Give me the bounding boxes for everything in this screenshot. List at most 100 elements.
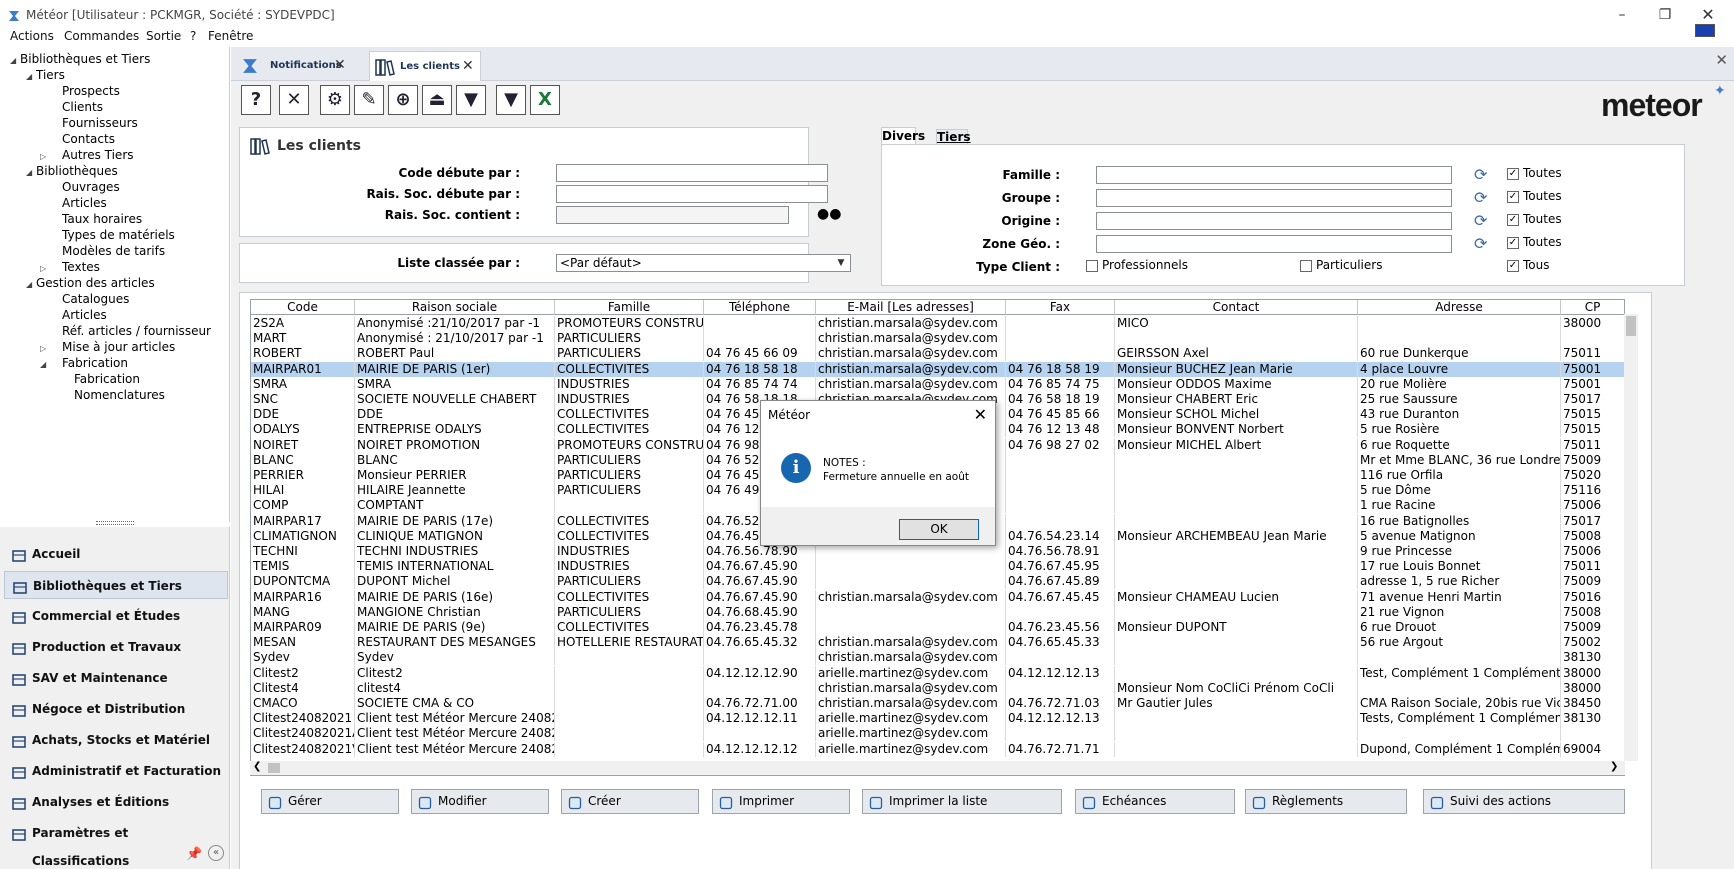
action-button[interactable]: Règlements: [1245, 789, 1407, 814]
action-button[interactable]: Modifier: [411, 789, 549, 814]
table-row[interactable]: MAIRPAR16 MAIRIE DE PARIS (16e) COLLECTIVI…: [251, 589, 1624, 605]
nav-maintenance[interactable]: SAV et Maintenance: [4, 664, 228, 692]
tree-item[interactable]: Modèles de tarifs: [40, 244, 165, 258]
binoculars-icon[interactable]: ●●: [817, 206, 841, 222]
help-button[interactable]: ?: [241, 85, 271, 115]
column-header[interactable]: Famille: [555, 300, 704, 315]
vertical-scrollbar[interactable]: [1624, 314, 1638, 761]
tree-item[interactable]: Articles: [40, 308, 107, 322]
collapse-icon[interactable]: «: [208, 845, 224, 861]
column-header[interactable]: Fax: [1006, 300, 1115, 315]
rs-contains-input[interactable]: [556, 206, 789, 224]
menu-commandes[interactable]: Commandes: [64, 29, 139, 43]
filter-tab-tiers[interactable]: Tiers: [936, 129, 971, 145]
table-row[interactable]: 2S2A Anonymisé :21/10/2017 par -1 PROMOTEU…: [251, 316, 1624, 331]
table-row[interactable]: MART Anonymisé : 21/10/2017 par -1 PARTICU…: [251, 331, 1624, 347]
zone-input[interactable]: [1096, 235, 1452, 253]
table-row[interactable]: CMACO SOCIETE CMA & CO 04.76.72.71.00 chris…: [251, 696, 1624, 711]
tree-item[interactable]: Articles: [40, 196, 107, 210]
action-button[interactable]: Imprimer la liste: [862, 789, 1062, 814]
tree-item[interactable]: ▷ Textes: [40, 260, 100, 274]
code-input[interactable]: [556, 164, 828, 182]
add-button[interactable]: ⊕: [388, 85, 418, 115]
collapsed-arrow-icon[interactable]: ▷: [40, 344, 50, 353]
tree-item[interactable]: Fournisseurs: [40, 116, 138, 130]
dialog-close-icon[interactable]: ✕: [974, 405, 987, 424]
rs-start-input[interactable]: [556, 185, 828, 203]
column-header[interactable]: Contact: [1115, 300, 1358, 315]
minimize-button[interactable]: –: [1607, 4, 1637, 26]
splitter-handle[interactable]: [96, 521, 134, 525]
famille-all-checkbox[interactable]: ✓: [1507, 168, 1519, 180]
table-row[interactable]: DUPONTCMA DUPONT Michel PARTICULIERS 04.76.…: [251, 574, 1624, 590]
part-checkbox[interactable]: [1300, 260, 1312, 272]
tree-item[interactable]: Prospects: [40, 84, 120, 98]
column-header[interactable]: Raison sociale: [355, 300, 555, 315]
move-down-button[interactable]: ▼: [456, 85, 486, 115]
refresh-icon[interactable]: ⟳: [1474, 165, 1487, 184]
action-button[interactable]: Imprimer: [712, 789, 850, 814]
expanded-arrow-icon[interactable]: ◢: [40, 360, 50, 369]
menu-sortie[interactable]: Sortie: [146, 29, 181, 43]
tree-item[interactable]: ◢ Gestion des articles: [26, 276, 155, 290]
nav-trade[interactable]: Négoce et Distribution: [4, 695, 228, 723]
nav-books[interactable]: Bibliothèques et Tiers: [4, 571, 228, 599]
table-row[interactable]: Clitest4 clitest4 christian.marsala@sydev.…: [251, 680, 1624, 696]
refresh-icon[interactable]: ⟳: [1474, 234, 1487, 253]
tree-item[interactable]: Fabrication: [52, 372, 140, 386]
tree-item[interactable]: Types de matériels: [40, 228, 175, 242]
menu-help[interactable]: ?: [190, 29, 196, 43]
action-button[interactable]: Créer: [561, 789, 699, 814]
close-tab-icon[interactable]: ✕: [334, 57, 346, 73]
column-header[interactable]: Code: [251, 300, 355, 315]
scroll-left-icon[interactable]: ❮: [253, 761, 261, 772]
close-window-button[interactable]: ✕: [1693, 4, 1723, 26]
filter-tab-divers[interactable]: Divers: [881, 127, 925, 145]
origine-input[interactable]: [1096, 212, 1452, 230]
column-header[interactable]: CP: [1561, 300, 1624, 315]
action-button[interactable]: Gérer: [261, 789, 399, 814]
action-button[interactable]: Echéances: [1075, 789, 1235, 814]
nav-reports[interactable]: Analyses et Éditions: [4, 788, 228, 816]
horizontal-scrollbar[interactable]: ❮ ❯: [250, 761, 1625, 775]
tree-item[interactable]: Contacts: [40, 132, 115, 146]
column-header[interactable]: E-Mail [Les adresses]: [816, 300, 1006, 315]
nav-home[interactable]: Accueil: [4, 540, 228, 568]
expanded-arrow-icon[interactable]: ◢: [10, 56, 20, 65]
close-tab-icon[interactable]: ✕: [462, 58, 474, 74]
tree-item[interactable]: ▷ Autres Tiers: [40, 148, 134, 162]
tree-item[interactable]: Ouvrages: [40, 180, 120, 194]
refresh-icon[interactable]: ⟳: [1474, 188, 1487, 207]
origine-all-checkbox[interactable]: ✓: [1507, 214, 1519, 226]
move-up-button[interactable]: ⏏: [422, 85, 452, 115]
table-row[interactable]: SMRA SMRA INDUSTRIES 04 76 85 74 74 christia…: [251, 376, 1624, 392]
table-row[interactable]: ROBERT ROBERT Paul PARTICULIERS 04 76 45 66…: [251, 346, 1624, 362]
nav-billing[interactable]: Administratif et Facturation: [4, 757, 228, 785]
tree-item[interactable]: Nomenclatures: [52, 388, 165, 402]
tree-item[interactable]: ◢ Fabrication: [40, 356, 128, 370]
groupe-input[interactable]: [1096, 189, 1452, 207]
table-row[interactable]: MAIRPAR01 MAIRIE DE PARIS (1er) COLLECTIVI…: [251, 361, 1624, 377]
table-row[interactable]: MAIRPAR09 MAIRIE DE PARIS (9e) COLLECTIVIT…: [251, 620, 1624, 635]
tree-item[interactable]: ◢ Bibliothèques: [26, 164, 118, 178]
tree-item[interactable]: Réf. articles / fournisseur: [40, 324, 211, 338]
nav-production[interactable]: Production et Travaux: [4, 633, 228, 661]
table-row[interactable]: Sydev Sydev christian.marsala@sydev.com 381…: [251, 650, 1624, 666]
menu-fenetre[interactable]: Fenêtre: [208, 29, 253, 43]
table-row[interactable]: TECHNI TECHNI INDUSTRIES INDUSTRIES 04.76.5…: [251, 544, 1624, 559]
table-row[interactable]: Clitest24082021 Client test Météor Mercur…: [251, 711, 1624, 727]
expanded-arrow-icon[interactable]: ◢: [26, 168, 36, 177]
groupe-all-checkbox[interactable]: ✓: [1507, 191, 1519, 203]
table-row[interactable]: MANG MANGIONE Christian PARTICULIERS 04.76.…: [251, 604, 1624, 620]
table-row[interactable]: Clitest24082021V3Client test Météor Merc…: [251, 741, 1624, 757]
collapsed-arrow-icon[interactable]: ▷: [40, 152, 50, 161]
menu-actions[interactable]: Actions: [10, 29, 54, 43]
tous-checkbox[interactable]: ✓: [1507, 260, 1519, 272]
filter-button[interactable]: ▼: [496, 85, 526, 115]
table-row[interactable]: Clitest24082021A Client test Météor Mercu…: [251, 726, 1624, 742]
tab-les-clients[interactable]: Les clients ✕: [369, 51, 481, 81]
tree-item[interactable]: ▷ Mise à jour articles: [40, 340, 175, 354]
column-header[interactable]: Téléphone: [704, 300, 816, 315]
close-all-icon[interactable]: ✕: [1715, 51, 1728, 69]
table-row[interactable]: TEMIS TEMIS INTERNATIONAL INDUSTRIES 04.76.…: [251, 559, 1624, 575]
